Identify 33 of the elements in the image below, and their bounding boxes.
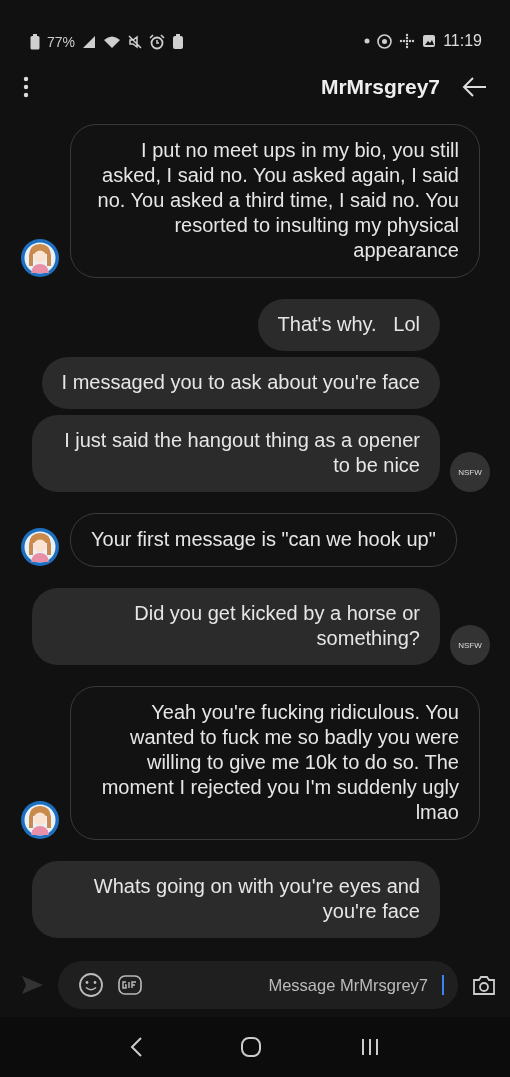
- avatar-badge[interactable]: NSFW: [450, 452, 490, 492]
- avatar-icon: [20, 527, 60, 567]
- more-options-icon[interactable]: [22, 76, 30, 98]
- message-bubble: I messaged you to ask about you're face: [41, 357, 440, 409]
- message-bubble: That's why. Lol: [257, 299, 440, 351]
- gallery-icon: [422, 34, 437, 48]
- dot-icon: [364, 38, 371, 44]
- camera-icon[interactable]: [472, 974, 496, 996]
- gif-icon[interactable]: [118, 975, 142, 995]
- avatar-icon: [20, 238, 60, 278]
- chat-title: MrMrsgrey7: [320, 75, 440, 99]
- message-bubble: Did you get kicked by a horse or something?: [32, 588, 440, 665]
- wifi-icon: [103, 35, 122, 49]
- avatar-badge[interactable]: NSFW: [450, 625, 490, 665]
- alarm-icon: [149, 34, 166, 50]
- back-arrow-icon[interactable]: [462, 76, 488, 98]
- mute-icon: [128, 35, 143, 49]
- battery-percent: 77%: [47, 34, 76, 50]
- avatar-icon: [20, 800, 60, 840]
- message-bubble: I just said the hangout thing as a opener to be nice: [32, 415, 440, 492]
- back-icon[interactable]: [128, 1036, 143, 1058]
- message-bubble: Your first message is "can we hook up": [70, 513, 457, 567]
- signal-icon: [82, 35, 97, 49]
- message-bubble: Whats going on with you're eyes and you're face: [32, 861, 440, 938]
- message-bar[interactable]: Message MrMrsgrey7: [58, 961, 458, 1009]
- battery-icon: [30, 34, 40, 50]
- status-time: 11:19: [443, 32, 482, 50]
- message-field[interactable]: Message MrMrsgrey7: [156, 975, 428, 995]
- emoji-icon[interactable]: [78, 972, 104, 998]
- grid-icon: [399, 33, 416, 49]
- home-icon[interactable]: [240, 1036, 262, 1058]
- message-bubble: I put no meet ups in my bio, you still asked, I said no. You asked again, I said no. You asked a third time, I said no. You resorted to insulting my physical appearance: [70, 124, 480, 278]
- message-bubble: Yeah you're fucking ridiculous. You wanted to fuck me so badly you were willing to give me 10k to do so. The moment I rejected you I'm suddenly ugly lmao: [70, 686, 480, 840]
